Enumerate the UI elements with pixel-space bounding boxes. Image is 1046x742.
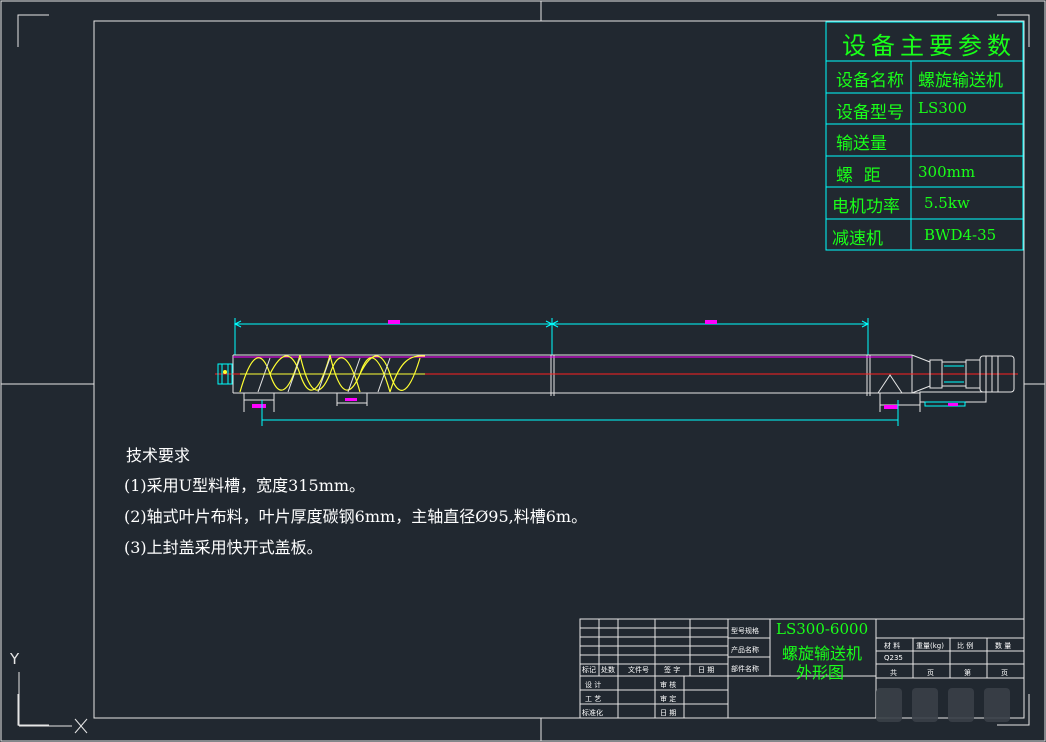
tb-rev-sign: 签 字: [664, 666, 681, 674]
tb-rev-doc: 文件号: [628, 666, 649, 674]
conveyor-drawing: [215, 318, 1018, 426]
tb-design: 设 计: [585, 681, 602, 689]
tb-model: LS300-6000: [776, 620, 869, 638]
dimension-text-right: [705, 320, 717, 324]
param-label-name: 设备名称: [836, 71, 904, 91]
tb-material: Q235: [884, 654, 903, 662]
tech-requirement-2: (2)轴式叶片布料，叶片厚度碳钢6mm，主轴直径Ø95,料槽6m。: [124, 507, 588, 526]
tb-standard: 标准化: [582, 709, 603, 717]
tb-rev-count: 处数: [601, 666, 615, 674]
screw-flights-back: [257, 357, 391, 393]
param-label-capacity: 输送量: [836, 134, 887, 154]
param-label-reducer: 减速机: [832, 229, 883, 249]
param-value-reducer: BWD4-35: [924, 226, 997, 244]
tb-part: 外形图: [796, 663, 845, 682]
tb-material-header: 材 料: [884, 642, 901, 650]
tb-process: 工 艺: [585, 695, 602, 703]
dimension-text-left: [388, 320, 400, 324]
drive-unit: [919, 355, 1015, 403]
tb-review: 审 核: [660, 681, 677, 689]
tb-scale-header: 比 例: [957, 642, 974, 650]
tb-sheet-total-unit: 页: [927, 669, 934, 677]
tb-rev-mark: 标记: [582, 666, 596, 674]
tb-sheet-total: 共: [890, 669, 897, 677]
tb-model-label: 型号规格: [731, 627, 759, 635]
param-value-name: 螺旋输送机: [918, 71, 1003, 91]
param-label-power: 电机功率: [832, 197, 900, 217]
param-value-pitch: 300mm: [918, 163, 976, 181]
tech-requirements-title: 技术要求: [126, 446, 191, 465]
tech-requirement-1: (1)采用U型料槽，宽度315mm。: [124, 476, 366, 495]
watermark-logo: [876, 688, 1010, 722]
tb-product-label: 产品名称: [731, 646, 759, 654]
tb-rev-date: 日 期: [698, 666, 715, 674]
ucs-y-label: Y: [10, 650, 20, 668]
param-header: 设备主要参数: [842, 32, 1016, 60]
tb-sheet-no-unit: 页: [1001, 669, 1008, 677]
top-dimension-line: [233, 318, 870, 355]
bottom-dimension-line: [261, 400, 899, 426]
param-value-model: LS300: [918, 99, 967, 117]
tb-approve: 审 定: [660, 695, 677, 703]
param-label-model: 设备型号: [836, 103, 904, 123]
trough-body: [232, 354, 931, 396]
tb-part-label: 部件名称: [731, 665, 759, 673]
ucs-axis-icon: [18, 672, 88, 734]
param-label-pitch: 螺 距: [836, 166, 881, 186]
tech-requirement-3: (3)上封盖采用快开式盖板。: [124, 538, 323, 557]
param-value-power: 5.5kw: [924, 194, 970, 212]
tb-qty-header: 数 量: [995, 642, 1012, 650]
tb-sheet-no: 第: [964, 669, 971, 677]
tb-date: 日 期: [660, 709, 677, 717]
tb-weight-header: 重量(kg): [916, 642, 944, 650]
